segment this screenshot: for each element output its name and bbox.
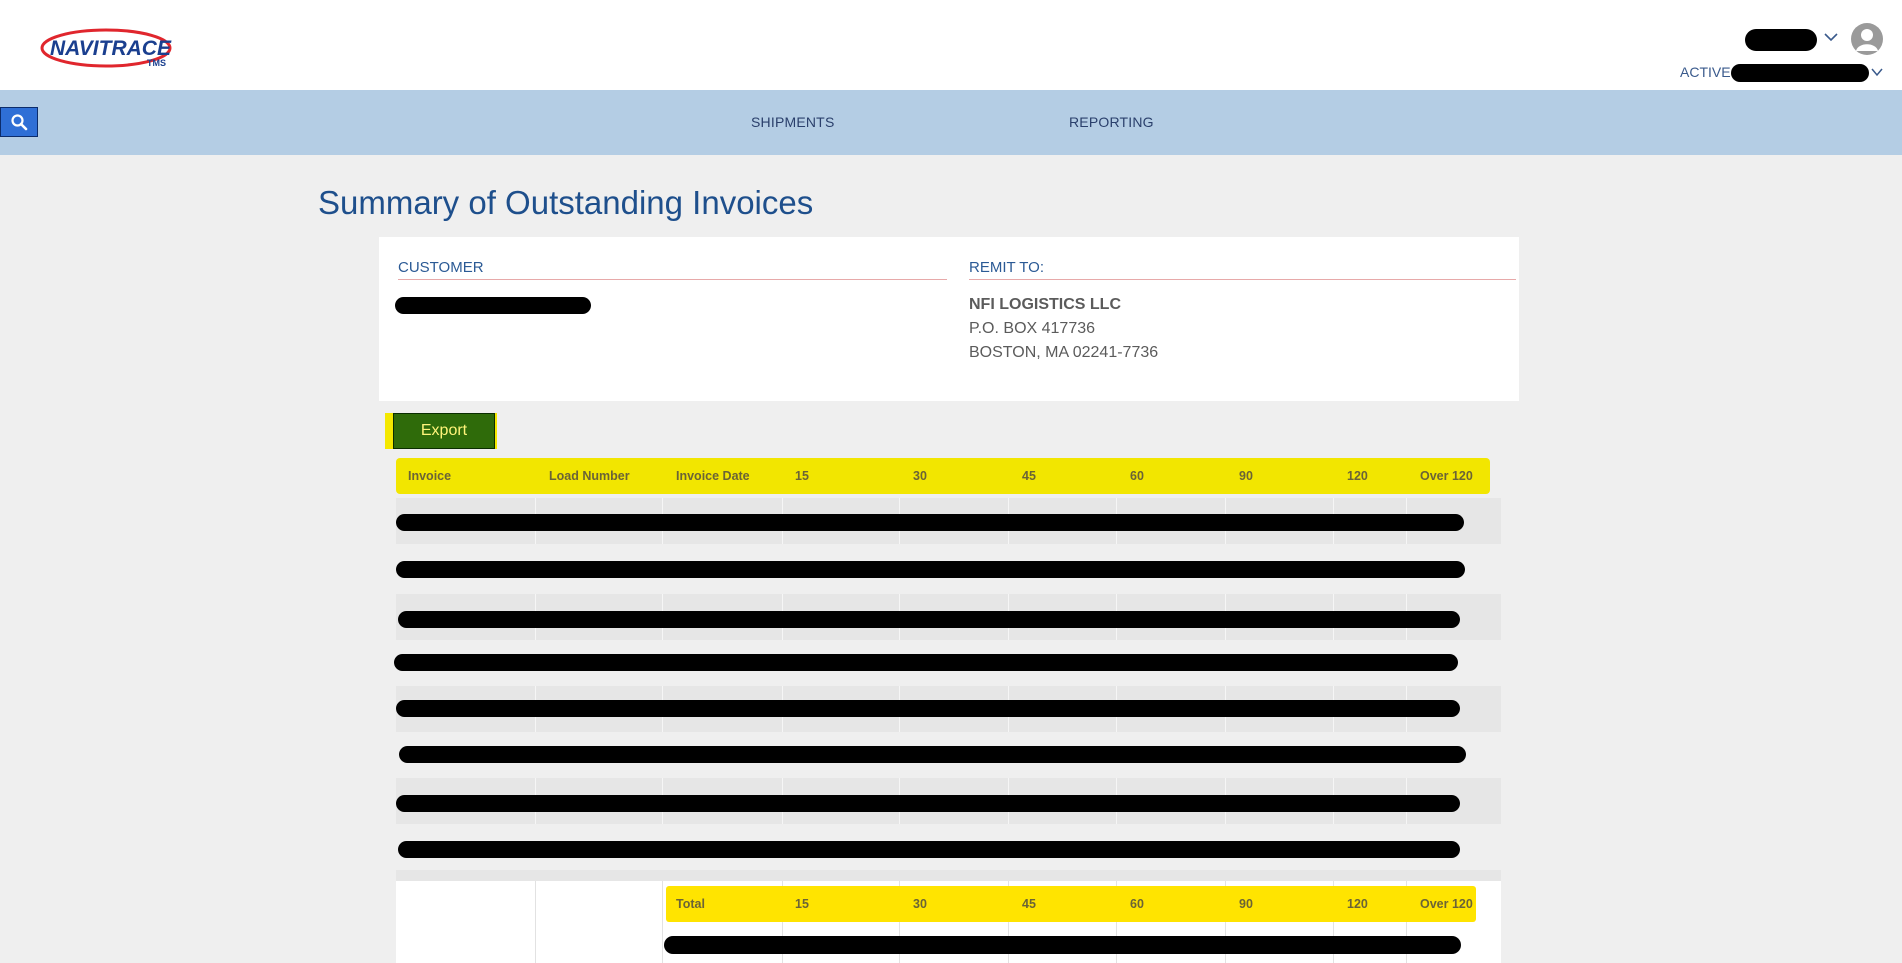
total-col-90: 90 <box>1239 897 1253 911</box>
row-redacted <box>396 795 1460 812</box>
row-redacted <box>398 841 1460 858</box>
col-load-number[interactable]: Load Number <box>549 469 630 483</box>
total-col-over-120: Over 120 <box>1420 897 1473 911</box>
table-header: Invoice Load Number Invoice Date 15 30 4… <box>396 458 1490 494</box>
customer-label: CUSTOMER <box>398 259 484 276</box>
chevron-down-icon[interactable] <box>1823 30 1839 44</box>
col-120[interactable]: 120 <box>1347 469 1368 483</box>
user-avatar-icon[interactable] <box>1850 22 1884 56</box>
remit-address-line2: BOSTON, MA 02241-7736 <box>969 344 1159 361</box>
table-row[interactable] <box>396 594 1501 640</box>
top-header: NAVITRACE TMS ACTIVE <box>0 0 1902 90</box>
column-divider <box>662 881 663 963</box>
table-row[interactable] <box>394 640 1501 686</box>
row-redacted <box>396 700 1460 717</box>
row-redacted <box>394 654 1458 671</box>
col-over-120[interactable]: Over 120 <box>1420 469 1473 483</box>
nav-shipments[interactable]: SHIPMENTS <box>751 114 834 130</box>
remit-address-line1: P.O. BOX 417736 <box>969 320 1096 337</box>
row-redacted <box>399 746 1466 763</box>
total-label: Total <box>676 897 705 911</box>
table-row[interactable] <box>396 686 1501 732</box>
remit-company-name: NFI LOGISTICS LLC <box>969 296 1121 313</box>
row-redacted <box>396 561 1465 578</box>
row-redacted <box>396 514 1464 531</box>
table-row[interactable] <box>396 732 1501 778</box>
main-nav: SHIPMENTS REPORTING <box>0 90 1902 155</box>
logo-subtext: TMS <box>147 58 166 68</box>
navitrace-logo[interactable]: NAVITRACE TMS <box>40 22 180 72</box>
table-row <box>396 870 1501 881</box>
col-30[interactable]: 30 <box>913 469 927 483</box>
remit-to-label: REMIT TO: <box>969 259 1045 276</box>
col-45[interactable]: 45 <box>1022 469 1036 483</box>
total-col-45: 45 <box>1022 897 1036 911</box>
col-invoice[interactable]: Invoice <box>408 469 451 483</box>
col-60[interactable]: 60 <box>1130 469 1144 483</box>
col-invoice-date[interactable]: Invoice Date <box>676 469 750 483</box>
total-col-120: 120 <box>1347 897 1368 911</box>
page-title: Summary of Outstanding Invoices <box>318 184 814 221</box>
col-90[interactable]: 90 <box>1239 469 1253 483</box>
customer-name-redacted <box>395 297 591 314</box>
divider <box>969 279 1516 280</box>
table-row[interactable] <box>396 778 1501 824</box>
search-icon <box>11 114 28 131</box>
search-button[interactable] <box>0 107 38 137</box>
user-name-redacted[interactable] <box>1745 29 1817 51</box>
total-col-15: 15 <box>795 897 809 911</box>
invoice-info-panel: CUSTOMER REMIT TO: NFI LOGISTICS LLC P.O… <box>379 237 1519 401</box>
table-row[interactable] <box>396 498 1501 544</box>
table-row[interactable] <box>396 547 1501 593</box>
table-row[interactable] <box>396 826 1501 872</box>
chevron-down-icon[interactable] <box>1870 66 1884 78</box>
row-redacted <box>398 611 1460 628</box>
totals-values-redacted <box>664 936 1461 954</box>
active-account-redacted[interactable] <box>1731 64 1869 82</box>
total-col-60: 60 <box>1130 897 1144 911</box>
col-15[interactable]: 15 <box>795 469 809 483</box>
total-col-30: 30 <box>913 897 927 911</box>
active-account-label: ACTIVE <box>1680 64 1731 80</box>
column-divider <box>535 881 536 963</box>
divider <box>398 279 947 280</box>
nav-reporting[interactable]: REPORTING <box>1069 114 1154 130</box>
export-button[interactable]: Export <box>393 413 495 449</box>
